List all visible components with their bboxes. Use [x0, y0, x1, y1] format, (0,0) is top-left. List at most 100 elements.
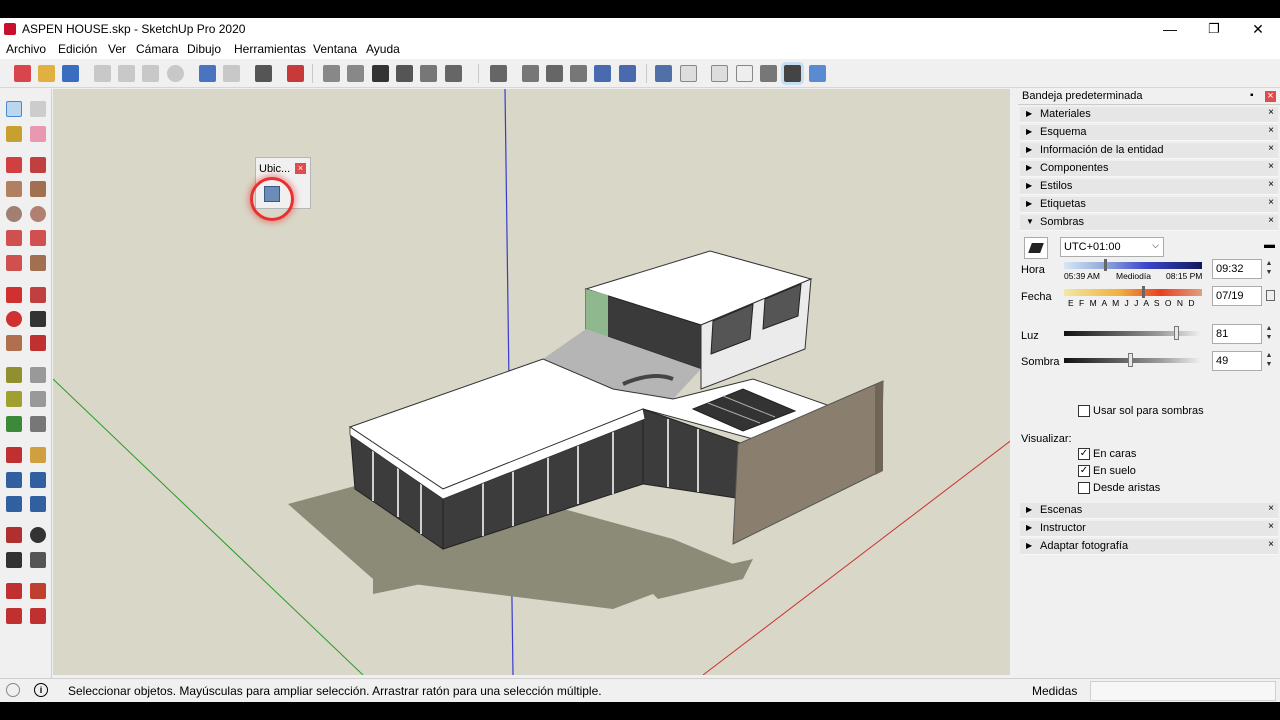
panel-esquema[interactable]: ▶ Esquema × [1020, 125, 1278, 141]
time-spinner[interactable]: ▲ ▼ [1264, 259, 1274, 279]
style-textured-icon[interactable] [760, 65, 777, 82]
back-view-icon[interactable] [420, 65, 437, 82]
three-point-arc-icon[interactable] [6, 255, 22, 271]
model-info-icon[interactable] [287, 65, 304, 82]
section-plane-icon[interactable] [30, 552, 46, 568]
minimize-button[interactable]: — [1148, 18, 1192, 40]
shade-spinner[interactable]: ▲ ▼ [1264, 351, 1274, 371]
panel-materiales[interactable]: ▶ Materiales × [1020, 107, 1278, 123]
time-input[interactable]: 09:32 [1212, 259, 1262, 279]
menu-ver[interactable]: Ver [108, 42, 126, 56]
freehand-icon[interactable] [30, 157, 46, 173]
panel-instructor[interactable]: ▶ Instructor × [1020, 521, 1278, 537]
menu-dibujo[interactable]: Dibujo [187, 42, 221, 56]
copy-icon[interactable] [118, 65, 135, 82]
save-icon[interactable] [62, 65, 79, 82]
left-view-icon[interactable] [445, 65, 462, 82]
panel-etiquetas[interactable]: ▶ Etiquetas × [1020, 197, 1278, 213]
xray-icon[interactable] [490, 65, 507, 82]
date-slider-track[interactable] [1064, 289, 1202, 296]
walk-icon[interactable] [6, 552, 22, 568]
rotate-icon[interactable] [6, 311, 22, 327]
arc-icon[interactable] [6, 230, 22, 246]
close-button[interactable]: ✕ [1236, 18, 1280, 40]
menu-archivo[interactable]: Archivo [6, 42, 46, 56]
make-component-icon[interactable] [30, 101, 46, 117]
zoom-window-icon[interactable] [30, 472, 46, 488]
3d-text-icon[interactable] [30, 416, 46, 432]
panel-close-icon[interactable]: × [1266, 504, 1276, 514]
menu-herramientas[interactable]: Herramientas [234, 42, 306, 56]
shade-input[interactable]: 49 [1212, 351, 1262, 371]
shade-slider-thumb[interactable] [1128, 353, 1133, 367]
date-slider-thumb[interactable] [1142, 286, 1145, 298]
polygon-icon[interactable] [30, 206, 46, 222]
style-active-icon[interactable] [784, 65, 801, 82]
panel-close-icon[interactable]: × [1266, 162, 1276, 172]
geolocation-icon[interactable] [6, 683, 20, 697]
pin-icon[interactable]: ▪ [1250, 90, 1254, 101]
menu-camara[interactable]: Cámara [136, 42, 179, 56]
cut-icon[interactable] [94, 65, 111, 82]
protractor-icon[interactable] [6, 391, 22, 407]
rectangle-icon[interactable] [6, 181, 22, 197]
style-color-icon[interactable] [809, 65, 826, 82]
move-icon[interactable] [6, 287, 22, 303]
look-around-icon[interactable] [30, 527, 46, 543]
paste-icon[interactable] [142, 65, 159, 82]
back-edges-icon[interactable] [522, 65, 539, 82]
two-point-arc-icon[interactable] [30, 230, 46, 246]
on-ground-checkbox[interactable]: ✓ [1078, 465, 1090, 477]
text-icon[interactable] [30, 391, 46, 407]
extension-manager-icon[interactable] [30, 608, 46, 624]
tape-measure-icon[interactable] [6, 367, 22, 383]
shadow-toggle-button[interactable] [1024, 237, 1048, 259]
panel-close-icon[interactable]: × [1266, 126, 1276, 136]
push-pull-icon[interactable] [30, 287, 46, 303]
panel-close-icon[interactable]: × [1266, 180, 1276, 190]
location-toolbar-close-icon[interactable]: × [295, 163, 306, 174]
axes-icon[interactable] [6, 416, 22, 432]
menu-ventana[interactable]: Ventana [313, 42, 357, 56]
line-icon[interactable] [6, 157, 22, 173]
style-wire-icon[interactable] [680, 65, 697, 82]
tray-close-icon[interactable]: × [1265, 91, 1276, 102]
details-toggle-icon[interactable]: ▬ [1264, 239, 1275, 251]
iso-view-icon[interactable] [323, 65, 340, 82]
share-model-icon[interactable] [6, 608, 22, 624]
open-folder-icon[interactable] [38, 65, 55, 82]
top-view-icon[interactable] [347, 65, 364, 82]
scale-icon[interactable] [6, 335, 22, 351]
print-icon[interactable] [255, 65, 272, 82]
front-view-icon[interactable] [372, 65, 389, 82]
calendar-icon[interactable] [1266, 290, 1275, 301]
style-hidden-icon[interactable] [711, 65, 728, 82]
position-camera-icon[interactable] [6, 527, 22, 543]
maximize-button[interactable]: ❐ [1192, 18, 1236, 40]
model-viewport[interactable]: Ubic... × [53, 89, 1014, 675]
rotated-rectangle-icon[interactable] [30, 181, 46, 197]
on-faces-checkbox[interactable]: ✓ [1078, 448, 1090, 460]
from-edges-checkbox[interactable] [1078, 482, 1090, 494]
circle-icon[interactable] [6, 206, 22, 222]
zoom-icon[interactable] [6, 472, 22, 488]
panel-close-icon[interactable]: × [1266, 144, 1276, 154]
warehouse-icon[interactable] [6, 583, 22, 599]
paint-bucket-icon[interactable] [6, 126, 22, 142]
previous-view-icon[interactable] [30, 496, 46, 512]
undo-icon[interactable] [199, 65, 216, 82]
monochrome-icon[interactable] [655, 65, 672, 82]
offset-icon[interactable] [30, 335, 46, 351]
select-arrow-icon[interactable] [6, 101, 22, 117]
panel-sombras[interactable]: ▼ Sombras × [1020, 215, 1278, 231]
style-shaded-icon[interactable] [736, 65, 753, 82]
time-slider-track[interactable] [1064, 262, 1202, 269]
orbit-icon[interactable] [6, 447, 22, 463]
dimension-icon[interactable] [30, 367, 46, 383]
date-input[interactable]: 07/19 [1212, 286, 1262, 306]
panel-escenas[interactable]: ▶ Escenas × [1020, 503, 1278, 519]
panel-close-icon[interactable]: × [1266, 108, 1276, 118]
light-slider-track[interactable] [1064, 331, 1200, 336]
use-sun-checkbox[interactable] [1078, 405, 1090, 417]
light-spinner[interactable]: ▲ ▼ [1264, 324, 1274, 344]
